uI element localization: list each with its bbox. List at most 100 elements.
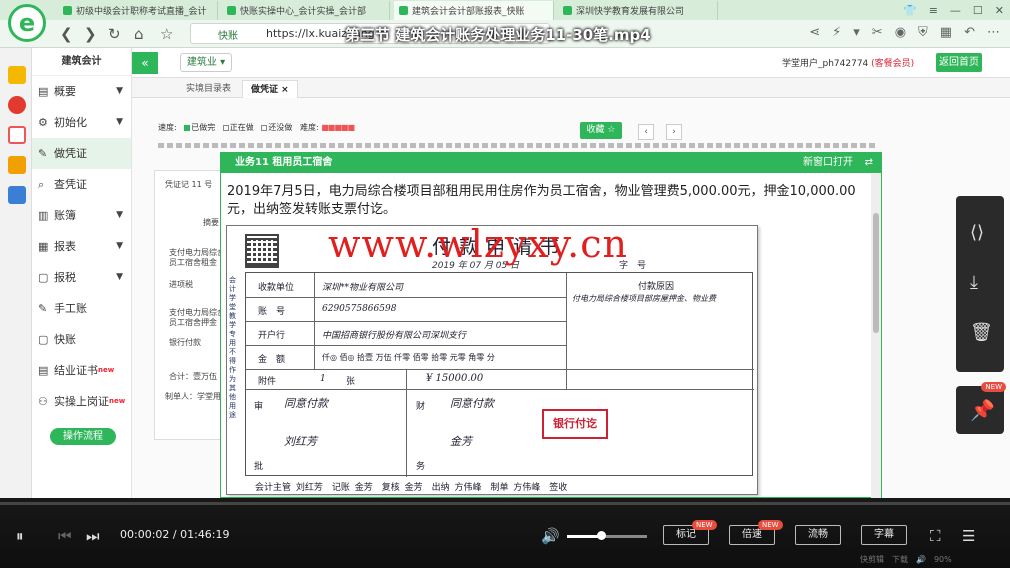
favorite-label: 收藏	[586, 125, 605, 135]
new-badge: new	[109, 397, 126, 405]
home-icon[interactable]: ⌂	[134, 25, 144, 43]
browser-tab[interactable]: 深圳快学教育发展有限公司	[558, 1, 718, 20]
chevron-down-icon: ▼	[116, 86, 123, 96]
progress-legend: 速度: 已做完 正在做 还没做 难度: ■■■■■	[158, 122, 355, 133]
subtitle-button[interactable]: 字幕	[861, 525, 907, 545]
sidebar-item-books[interactable]: ▥ 账簿 ▼	[32, 200, 131, 231]
sidebar-item-overview[interactable]: ▤ 概要 ▼	[32, 76, 131, 107]
playlist-icon[interactable]: ☰	[962, 527, 975, 545]
attachment-label: 附件	[258, 377, 277, 387]
weibo-icon[interactable]	[8, 96, 26, 114]
window-buttons: 👕 ≡ — ☐ ✕	[903, 0, 1004, 20]
previous-icon[interactable]: ⏮	[58, 527, 72, 545]
back-icon[interactable]: ❮	[60, 25, 73, 43]
collapse-button[interactable]: «	[132, 52, 158, 74]
voucher-row[interactable]: 银行付款	[169, 337, 201, 348]
maximize-icon[interactable]: ☐	[973, 4, 983, 17]
shield-icon[interactable]: ⛨	[918, 25, 928, 40]
next-icon[interactable]: ⏭	[86, 527, 100, 545]
forward-icon[interactable]: ❯	[84, 25, 97, 43]
browser-tab-active[interactable]: 建筑会计会计部账报表_快账	[394, 1, 554, 20]
industry-value: 建筑业	[186, 57, 217, 68]
volume-knob[interactable]	[596, 531, 606, 540]
volume-fill	[567, 535, 601, 538]
download-icon[interactable]: ⤓	[970, 272, 978, 293]
doing-indicator	[222, 124, 229, 131]
prev-button[interactable]: ‹	[638, 124, 654, 140]
sidebar-item-search-voucher[interactable]: ⌕ 查凭证	[32, 169, 131, 200]
more-icon[interactable]: ⋯	[987, 25, 1000, 40]
minimize-icon[interactable]: —	[950, 4, 961, 17]
pause-icon[interactable]: ⏸	[16, 527, 24, 545]
payee-value: 深圳**物业有限公司	[322, 283, 404, 293]
industry-select[interactable]: 建筑业 ▾	[180, 53, 232, 72]
grid-icon[interactable]: ▦	[940, 25, 952, 40]
grid-icon: ▤	[38, 85, 49, 98]
share-icon[interactable]: ⋖	[809, 25, 820, 40]
task-title: 业务11 租用员工宿舍	[235, 157, 333, 168]
payee-label: 收款单位	[258, 283, 295, 293]
star-icon[interactable]: ☆	[160, 25, 173, 43]
voucher-row[interactable]: 员工宿舍押金	[169, 317, 217, 328]
share-icon[interactable]: ⟨⟩	[970, 222, 984, 243]
status-bar: 快剪辑 下载 🔊 90%	[860, 555, 952, 564]
browser-tab[interactable]: 初级中级会计职称考试直播_会计	[58, 1, 218, 20]
amount-units: 仟◎ 佰◎ 拾壹 万伍 仟零 佰零 拾零 元零 角零 分	[322, 353, 495, 362]
pin-panel: 📌 NEW	[956, 382, 1006, 434]
sidebar-item-label: 手工账	[54, 302, 87, 315]
trash-icon[interactable]: 🗑	[970, 322, 993, 343]
vip-label: (客餐会员)	[871, 59, 915, 69]
task-panel: 业务11 租用员工宿舍 新窗口打开 ⇄ 2019年7月5日，电力局综合楼项目部租…	[220, 152, 882, 499]
plugin-icon[interactable]: ◉	[895, 25, 906, 40]
sidebar-item-job-cert[interactable]: ⚇ 实操上岗证new	[32, 386, 131, 417]
doc-icon[interactable]	[8, 186, 26, 204]
new-badge: NEW	[981, 382, 1006, 392]
voucher-row[interactable]: 员工宿舍租金	[169, 257, 217, 268]
flow-button[interactable]: 操作流程	[50, 428, 116, 445]
todo-label: 还没做	[268, 123, 293, 132]
bolt-icon[interactable]: ⚡	[832, 25, 841, 40]
browser-tab[interactable]: 快账实操中心_会计实操_会计部	[222, 1, 390, 20]
close-icon[interactable]: ×	[281, 85, 289, 95]
amount-number: ¥ 15000.00	[426, 373, 484, 384]
mail-icon[interactable]	[8, 126, 26, 144]
next-button[interactable]: ›	[666, 124, 682, 140]
tab-make-voucher[interactable]: 做凭证 ×	[242, 80, 298, 98]
sidebar-item-init[interactable]: ⚙ 初始化 ▼	[32, 107, 131, 138]
tab-catalog[interactable]: 实境目录表	[178, 80, 239, 98]
refresh-icon[interactable]: ↻	[108, 25, 121, 43]
sidebar-item-manual[interactable]: ✎ 手工账	[32, 293, 131, 324]
sidebar-item-make-voucher[interactable]: ✎ 做凭证	[32, 138, 131, 169]
quality-button[interactable]: 流畅	[795, 525, 841, 545]
sidebar-item-kuaizhang[interactable]: ▢ 快账	[32, 324, 131, 355]
sidebar-title: 建筑会计	[32, 48, 131, 76]
seek-bar[interactable]	[0, 502, 1010, 505]
total-time: 01:46:19	[180, 528, 230, 541]
done-label: 已做完	[191, 123, 216, 132]
sidebar-item-tax[interactable]: ▢ 报税 ▼	[32, 262, 131, 293]
voucher-row[interactable]: 进项税	[169, 279, 193, 290]
new-window-link[interactable]: 新窗口打开	[803, 153, 853, 173]
favorite-button[interactable]: 收藏 ☆	[580, 122, 622, 139]
home-button[interactable]: 返回首页	[936, 53, 982, 72]
chevron-down-icon[interactable]: ▾	[853, 25, 860, 40]
star-icon[interactable]	[8, 66, 26, 84]
note-icon[interactable]	[8, 156, 26, 174]
scissors-icon[interactable]: ✂	[872, 25, 883, 40]
undo-icon[interactable]: ↶	[964, 25, 975, 40]
close-icon[interactable]: ✕	[995, 4, 1004, 17]
swap-icon[interactable]: ⇄	[865, 153, 873, 173]
volume-icon[interactable]: 🔊	[541, 527, 560, 545]
sidebar: 建筑会计 ▤ 概要 ▼ ⚙ 初始化 ▼ ✎ 做凭证 ⌕ 查凭证 ▥ 账簿 ▼ ▦ 报表 ▼ ▢ 报税 ▼…	[32, 48, 132, 498]
task-scrollbar[interactable]	[871, 173, 881, 499]
voucher-header: 凭证记 11 号	[165, 180, 213, 189]
fullscreen-icon[interactable]: ⛶	[930, 527, 941, 545]
sidebar-item-certificate[interactable]: ▤ 结业证书new	[32, 355, 131, 386]
pin-icon[interactable]: 📌	[970, 398, 995, 422]
menu-icon[interactable]: ≡	[929, 4, 938, 17]
sidebar-item-reports[interactable]: ▦ 报表 ▼	[32, 231, 131, 262]
video-title: 第三节 建筑会计账务处理业务11-30笔.mp4	[345, 26, 651, 44]
shirt-icon[interactable]: 👕	[903, 4, 917, 17]
finance-sign: 金芳	[450, 435, 472, 448]
pen-icon: ✎	[38, 147, 48, 160]
